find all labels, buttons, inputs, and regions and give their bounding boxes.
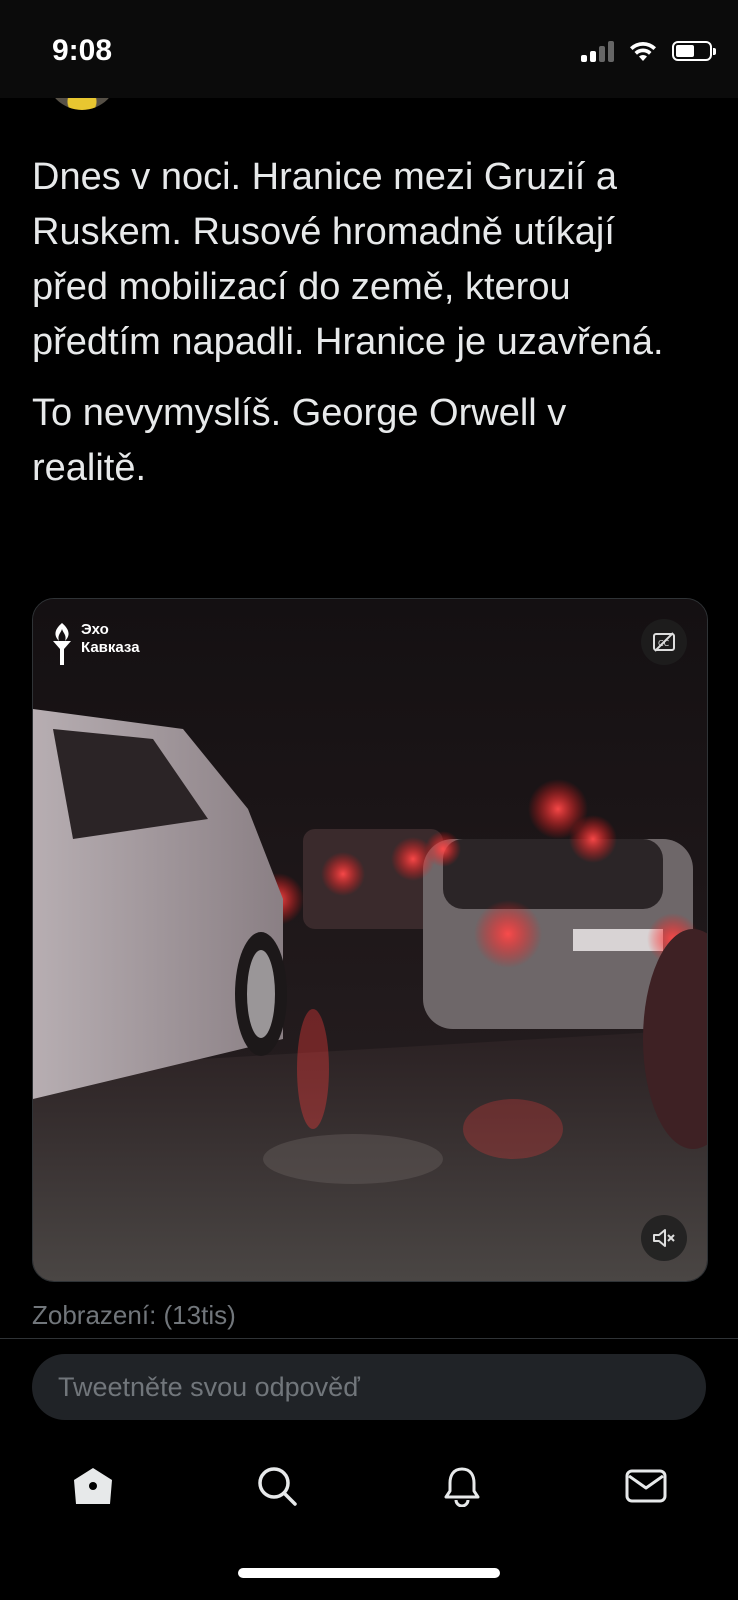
reply-input[interactable] <box>56 1370 682 1404</box>
captions-button[interactable]: CC <box>641 619 687 665</box>
logo-line-1: Эхо <box>81 621 109 638</box>
volume-muted-icon <box>653 1229 675 1247</box>
tweet-paragraph-2: To nevymyslíš. George Orwell v realitě. <box>32 392 567 489</box>
torch-icon <box>53 623 71 665</box>
captions-off-icon: CC <box>653 632 675 652</box>
view-count: Zobrazení: (13tis) <box>32 1300 236 1330</box>
news-logo: Эхо Кавказа <box>49 621 140 667</box>
cellular-signal-icon <box>581 40 614 62</box>
status-time: 9:08 <box>52 34 113 67</box>
tweet-paragraph-1: Dnes v noci. Hranice mezi Gruzií a Ruske… <box>32 156 664 363</box>
search-icon <box>258 1467 297 1506</box>
home-icon <box>74 1468 112 1504</box>
home-indicator[interactable] <box>238 1568 500 1578</box>
tab-search[interactable] <box>237 1446 317 1526</box>
logo-line-2: Кавказа <box>81 639 140 656</box>
reply-box[interactable] <box>32 1354 706 1420</box>
video-player[interactable]: Эхо Кавказа CC <box>32 598 708 1282</box>
tab-messages[interactable] <box>606 1446 686 1526</box>
mute-button[interactable] <box>641 1215 687 1261</box>
tab-bar <box>0 1446 738 1526</box>
status-icons <box>581 40 716 62</box>
tweet-text: Dnes v noci. Hranice mezi Gruzií a Ruske… <box>32 150 682 496</box>
bell-icon <box>444 1467 480 1507</box>
tab-home[interactable] <box>53 1446 133 1526</box>
status-bar: 9:08 <box>0 0 738 98</box>
divider <box>0 1338 738 1339</box>
battery-icon <box>672 41 716 61</box>
video-frame <box>33 599 707 1281</box>
wifi-icon <box>630 41 656 61</box>
tab-notifications[interactable] <box>422 1446 502 1526</box>
mail-icon <box>625 1469 667 1503</box>
